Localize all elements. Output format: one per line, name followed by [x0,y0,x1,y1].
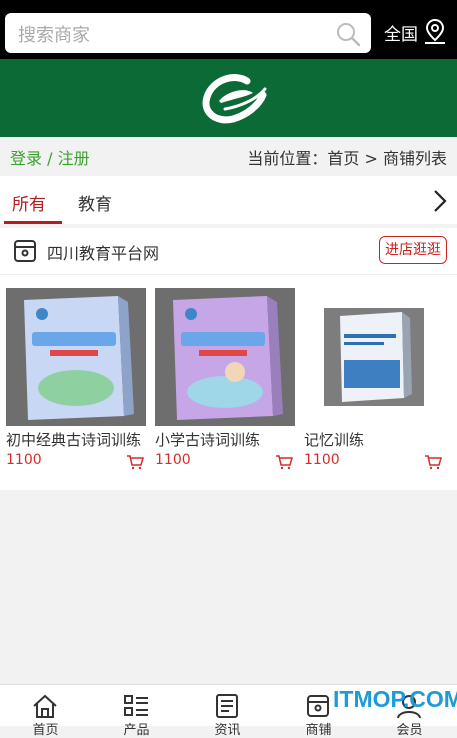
nav-label: 首页 [32,723,59,738]
nav-label: 产品 [123,723,150,738]
product-name[interactable]: 小学古诗词训练 [155,429,260,450]
product-image[interactable] [155,288,295,426]
watermark: ITMOP.COM [333,686,457,712]
list-icon [124,695,148,716]
nav-products[interactable]: 产品 [91,685,182,738]
shop-name[interactable]: 四川教育平台网 [47,240,159,264]
cart-icon[interactable] [424,454,442,470]
home-icon [33,694,57,718]
location-pin-icon[interactable] [423,18,447,44]
product-price: 1100 [304,452,340,468]
shop-icon [307,695,329,717]
active-tab-indicator [4,221,62,224]
breadcrumb: 当前位置：首页 > 商铺列表 [247,149,447,168]
cart-icon[interactable] [126,454,144,470]
breadcrumb-bar: 登录 / 注册 当前位置：首页 > 商铺列表 [0,137,457,175]
shop-card: 四川教育平台网 进店逛逛 初中经典古诗词训练 1100 小学古诗词训练 1100… [0,228,457,490]
region-selector[interactable]: 全国 [384,20,418,45]
news-icon [216,694,238,718]
nav-label: 商铺 [305,723,332,738]
cart-icon[interactable] [275,454,293,470]
product-item[interactable]: 记忆训练 1100 [304,288,444,470]
login-register-link[interactable]: 登录 / 注册 [10,145,90,169]
shop-header: 四川教育平台网 进店逛逛 [0,228,457,275]
visit-shop-button[interactable]: 进店逛逛 [379,236,447,264]
category-tabs: 所有 教育 [0,176,457,224]
product-name[interactable]: 记忆训练 [304,429,364,450]
search-input[interactable]: 搜索商家 [5,13,371,53]
product-item[interactable]: 小学古诗词训练 1100 [155,288,295,470]
storefront-icon [14,240,36,262]
nav-label: 资讯 [214,723,241,738]
nav-home[interactable]: 首页 [0,685,91,738]
tab-all[interactable]: 所有 [12,190,46,215]
brand-logo [202,74,267,124]
product-price: 1100 [6,452,42,468]
product-image[interactable] [6,288,146,426]
product-image[interactable] [304,288,444,426]
product-name[interactable]: 初中经典古诗词训练 [6,429,141,450]
product-item[interactable]: 初中经典古诗词训练 1100 [6,288,146,470]
search-placeholder: 搜索商家 [18,25,90,46]
nav-label: 会员 [396,723,423,738]
tab-education[interactable]: 教育 [78,190,112,215]
search-icon[interactable] [335,21,361,47]
nav-news[interactable]: 资讯 [182,685,273,738]
brand-banner [0,59,457,137]
product-price: 1100 [155,452,191,468]
top-bar: 搜索商家 全国 [0,0,457,59]
chevron-right-icon[interactable] [430,188,448,214]
